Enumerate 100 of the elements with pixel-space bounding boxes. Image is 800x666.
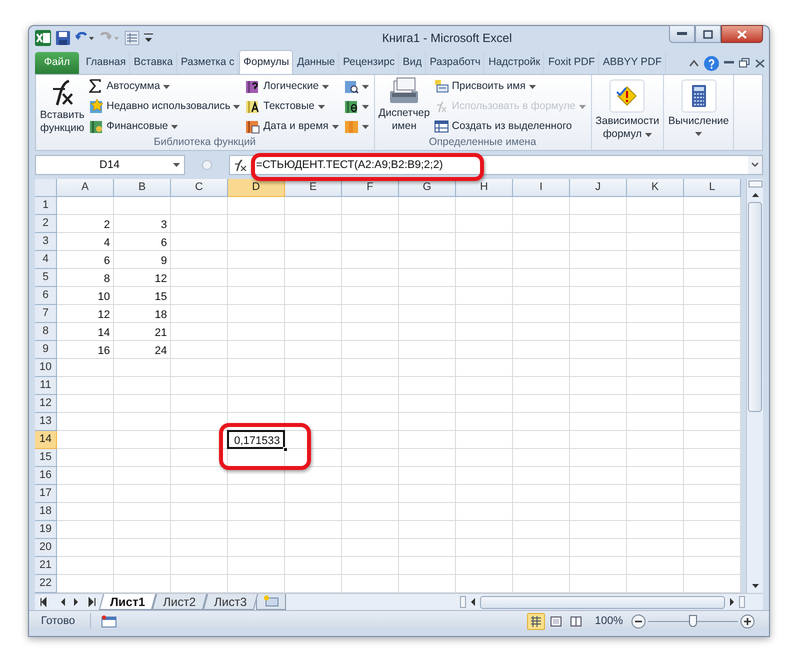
column-header[interactable]: J (570, 179, 627, 197)
cell-value: 6 (160, 236, 167, 251)
column-header[interactable]: C (171, 179, 228, 197)
ribbon-button[interactable]: Зависимости формул (594, 77, 662, 141)
ribbon-tab[interactable]: Файл (35, 52, 79, 74)
minimize-icon[interactable] (724, 61, 734, 65)
row-header[interactable]: 19 (35, 521, 57, 539)
page-break-view-icon (568, 614, 583, 628)
column-header[interactable]: K (627, 179, 684, 197)
help-icon[interactable] (704, 56, 719, 70)
close-button[interactable] (721, 25, 763, 43)
ribbon-menu-button[interactable]: Текстовые (245, 98, 338, 115)
ribbon-menu-button[interactable]: Финансовые (88, 118, 240, 135)
row-header[interactable]: 10 (35, 359, 57, 377)
sheet-tab[interactable]: Лист2 (152, 594, 207, 610)
selected-cell[interactable]: 0,171533 (227, 430, 285, 449)
zoom-slider-thumb[interactable] (689, 615, 697, 627)
row-header[interactable]: 6 (35, 287, 57, 305)
caret-icon (528, 84, 536, 88)
row-header[interactable]: 1 (35, 197, 57, 215)
dropdown-icon[interactable] (173, 163, 180, 167)
scrollbar-thumb[interactable] (748, 202, 762, 412)
sheet-navigation-icon[interactable] (39, 597, 97, 607)
row-header[interactable]: 21 (35, 557, 57, 575)
ribbon-menu-button[interactable] (344, 98, 368, 115)
row-header[interactable]: 22 (35, 575, 57, 593)
ribbon-menu-button[interactable]: Логические (245, 78, 338, 95)
caret-icon (233, 104, 240, 108)
column-header[interactable]: A (57, 179, 114, 197)
caret-icon (170, 124, 178, 128)
column-header[interactable]: I (513, 179, 570, 197)
row-header[interactable]: 3 (35, 233, 57, 251)
row-header[interactable]: 17 (35, 485, 57, 503)
restore-icon[interactable] (739, 58, 750, 68)
ribbon-menu-button[interactable]: Создать из выделенного (434, 118, 586, 135)
row-header[interactable]: 14 (35, 431, 57, 449)
column-header[interactable]: H (456, 179, 513, 197)
collapse-ribbon-icon[interactable] (689, 59, 699, 67)
row-header[interactable]: 13 (35, 413, 57, 431)
ribbon-menu-button[interactable]: Недавно использовались (88, 98, 240, 115)
new-sheet-button[interactable] (256, 594, 286, 610)
caret-icon (362, 124, 368, 128)
row-header[interactable]: 18 (35, 503, 57, 521)
caret-icon (644, 132, 652, 136)
ribbon-button[interactable]: Вставить функцию (38, 77, 87, 135)
cell-value: 2 (104, 218, 110, 233)
sheet-tab[interactable]: Лист1 (98, 594, 156, 610)
cell-value: 21 (154, 326, 167, 341)
macro-record-icon[interactable] (101, 614, 117, 628)
ribbon-menu-button[interactable] (344, 78, 368, 95)
name-box[interactable]: D14 (35, 155, 185, 175)
sheet-tab[interactable]: Лист3 (202, 594, 258, 610)
zoom-slider-track[interactable] (648, 614, 738, 628)
caret-icon (322, 84, 329, 88)
ribbon-menu-button[interactable] (344, 118, 368, 135)
ribbon-menu-button[interactable]: Автосумма (88, 78, 240, 95)
zoom-out-icon[interactable] (631, 614, 646, 628)
ribbon-menu-button[interactable]: Присвоить имя (434, 78, 586, 95)
cell-value: 0,171533 (234, 434, 280, 449)
minimize-button[interactable] (669, 25, 695, 43)
splitter-handle-icon[interactable] (202, 160, 212, 170)
books-icon (344, 119, 358, 134)
zoom-level[interactable]: 100% (594, 612, 623, 630)
row-header[interactable]: 20 (35, 539, 57, 557)
row-header[interactable]: 9 (35, 341, 57, 359)
row-header[interactable]: 8 (35, 323, 57, 341)
close-icon[interactable] (755, 58, 765, 68)
row-header[interactable]: 16 (35, 467, 57, 485)
row-header[interactable]: 11 (35, 377, 57, 395)
row-header[interactable]: 7 (35, 305, 57, 323)
ribbon-menu-button[interactable]: Дата и время (245, 118, 338, 135)
save-icon[interactable] (56, 30, 70, 44)
row-header[interactable]: 15 (35, 449, 57, 467)
fill-handle[interactable] (283, 447, 288, 452)
customize-toolbar-icon[interactable] (144, 32, 153, 44)
column-header[interactable]: L (684, 179, 741, 197)
maximize-button[interactable] (695, 25, 721, 43)
ribbon-button[interactable]: Вычисление (666, 77, 731, 136)
form-icon[interactable] (125, 30, 139, 44)
button-label: Недавно использовались (106, 98, 230, 114)
book-icon (344, 79, 358, 94)
column-header[interactable]: D (228, 179, 285, 197)
spreadsheet-app-icon[interactable] (35, 30, 51, 46)
scrollbar-thumb[interactable] (480, 596, 725, 608)
vertical-scrollbar[interactable] (746, 179, 763, 593)
view-button[interactable] (526, 612, 545, 630)
row-header[interactable]: 12 (35, 395, 57, 413)
zoom-in-icon[interactable] (740, 614, 755, 628)
ribbon-tab[interactable]: Формулы (239, 50, 294, 74)
ribbon-button[interactable]: Диспетчер имен (376, 77, 432, 133)
caret-icon (362, 84, 368, 88)
button-label: имен (392, 120, 417, 133)
warning-icon (609, 79, 646, 113)
tag-icon (434, 79, 449, 94)
row-header[interactable]: 5 (35, 269, 57, 287)
scroll-right-icon[interactable] (727, 597, 737, 607)
row-header[interactable]: 4 (35, 251, 57, 269)
column-header[interactable]: B (114, 179, 171, 197)
group-label: Определенные имена (428, 135, 538, 150)
row-header[interactable]: 2 (35, 215, 57, 233)
